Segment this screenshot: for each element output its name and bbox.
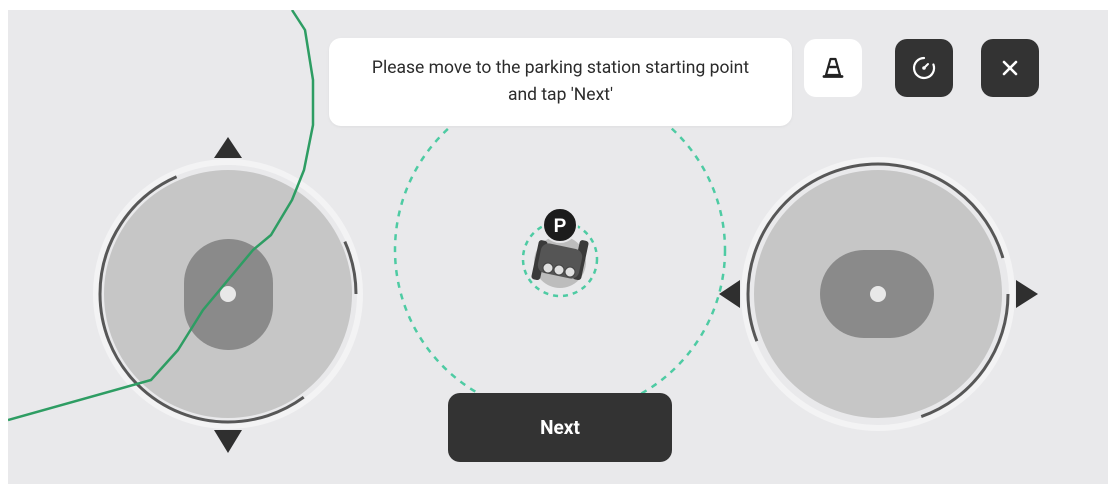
arrow-up-icon xyxy=(214,137,242,158)
next-button[interactable]: Next xyxy=(448,393,672,462)
instruction-tooltip: Please move to the parking station start… xyxy=(329,38,792,126)
obstacle-cone-button[interactable] xyxy=(804,39,862,97)
right-joystick-center-dot xyxy=(870,286,886,302)
robot-marker: P xyxy=(521,207,599,298)
rotate-button[interactable] xyxy=(895,39,953,97)
instruction-text: Please move to the parking station start… xyxy=(371,58,750,105)
rotate-icon xyxy=(912,56,936,80)
right-joystick[interactable] xyxy=(719,157,1038,431)
map-screen: P Please move to the parking station sta… xyxy=(8,10,1108,484)
arrow-down-icon xyxy=(214,430,242,453)
close-button[interactable] xyxy=(981,39,1039,97)
robot-mower-icon xyxy=(531,240,589,281)
next-button-label: Next xyxy=(540,416,580,439)
arrow-right-icon xyxy=(1016,280,1038,308)
arrow-left-icon xyxy=(719,280,740,308)
left-joystick[interactable] xyxy=(93,137,363,453)
parking-badge-label: P xyxy=(554,216,567,237)
traffic-cone-icon xyxy=(822,57,844,78)
close-icon xyxy=(1002,60,1018,76)
